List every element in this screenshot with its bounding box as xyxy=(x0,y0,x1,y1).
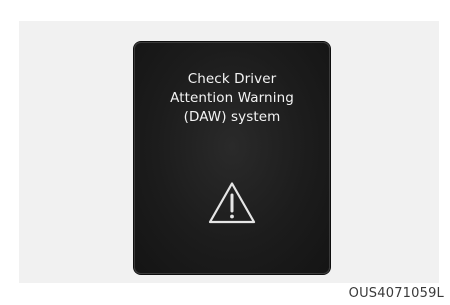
warning-message: Check Driver Attention Warning (DAW) sys… xyxy=(134,70,330,127)
message-line-1: Check Driver xyxy=(187,71,277,87)
figure-code: OUS4071059L xyxy=(348,286,444,301)
figure-frame: Check Driver Attention Warning (DAW) sys… xyxy=(0,0,450,305)
message-line-3: (DAW) system xyxy=(183,109,281,125)
message-line-2: Attention Warning xyxy=(170,90,294,106)
warning-triangle-icon xyxy=(208,182,256,224)
cluster-display: Check Driver Attention Warning (DAW) sys… xyxy=(134,42,330,274)
